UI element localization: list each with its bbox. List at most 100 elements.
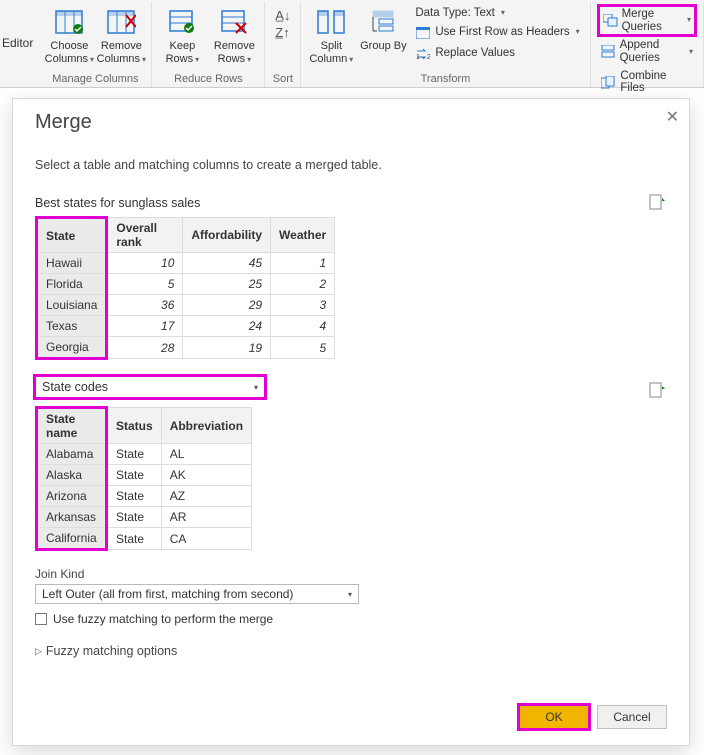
transform-group-label: Transform bbox=[421, 72, 471, 85]
group-by-button[interactable]: Group By bbox=[357, 4, 409, 55]
remove-columns-label: Remove Columns▾ bbox=[96, 40, 146, 65]
table-cell: 28 bbox=[107, 337, 183, 359]
table-cell: Alabama bbox=[37, 444, 107, 465]
table2-select-value: State codes bbox=[42, 380, 108, 394]
choose-columns-label: Choose Columns▾ bbox=[44, 40, 94, 65]
merge-queries-label: Merge Queries bbox=[622, 8, 681, 33]
table-cell: 45 bbox=[183, 253, 271, 274]
table-row[interactable]: Georgia28195 bbox=[37, 337, 335, 359]
table-cell: 24 bbox=[183, 316, 271, 337]
table-cell: Hawaii bbox=[37, 253, 107, 274]
fuzzy-matching-label: Use fuzzy matching to perform the merge bbox=[53, 612, 273, 626]
chevron-down-icon: ▾ bbox=[348, 590, 352, 599]
table-choose-icon bbox=[51, 6, 87, 38]
table1-name: Best states for sunglass sales bbox=[35, 196, 200, 210]
group-sort: A̲↓ Z̲↑ Sort bbox=[265, 2, 301, 87]
chevron-right-icon: ▷ bbox=[35, 646, 42, 657]
table-row[interactable]: Texas17244 bbox=[37, 316, 335, 337]
table-row[interactable]: Hawaii10451 bbox=[37, 253, 335, 274]
close-icon[interactable]: ✕ bbox=[666, 107, 679, 127]
remove-rows-label: Remove Rows▾ bbox=[209, 40, 259, 65]
editor-label: Editor bbox=[0, 2, 39, 87]
table-row[interactable]: AlabamaStateAL bbox=[37, 444, 252, 465]
fuzzy-options-expander[interactable]: ▷ Fuzzy matching options bbox=[35, 644, 667, 658]
column-header[interactable]: Overall rank bbox=[107, 218, 183, 253]
table-row[interactable]: ArkansasStateAR bbox=[37, 507, 252, 528]
sort-desc-button[interactable]: Z̲↑ bbox=[275, 25, 289, 40]
table-row[interactable]: AlaskaStateAK bbox=[37, 465, 252, 486]
table-cell: 29 bbox=[183, 295, 271, 316]
table-cell: Louisiana bbox=[37, 295, 107, 316]
merge-icon bbox=[603, 13, 618, 29]
group-manage-columns: Choose Columns▾ Remove Columns▾ Manage C… bbox=[39, 2, 152, 87]
table-cell: 25 bbox=[183, 274, 271, 295]
table1-preview[interactable]: StateOverall rankAffordabilityWeatherHaw… bbox=[35, 216, 335, 360]
table-row[interactable]: Louisiana36293 bbox=[37, 295, 335, 316]
table-cell: Florida bbox=[37, 274, 107, 295]
table-row[interactable]: ArizonaStateAZ bbox=[37, 486, 252, 507]
table-cell: 5 bbox=[271, 337, 335, 359]
chevron-down-icon: ▾ bbox=[254, 383, 258, 392]
replace-values-button[interactable]: 1→2 Replace Values bbox=[413, 45, 581, 63]
table-cell: AL bbox=[161, 444, 251, 465]
merge-queries-button[interactable]: Merge Queries▾ bbox=[599, 6, 695, 35]
table-cell: CA bbox=[161, 528, 251, 550]
table-cell: AK bbox=[161, 465, 251, 486]
remove-rows-button[interactable]: Remove Rows▾ bbox=[208, 4, 260, 67]
table-cell: State bbox=[107, 465, 162, 486]
table-cell: State bbox=[107, 486, 162, 507]
replace-label: Replace Values bbox=[435, 47, 515, 60]
split-column-label: Split Column▾ bbox=[306, 40, 356, 65]
column-header[interactable]: State name bbox=[37, 408, 107, 444]
table-cell: 17 bbox=[107, 316, 183, 337]
table-cell: 5 bbox=[107, 274, 183, 295]
table-row[interactable]: CaliforniaStateCA bbox=[37, 528, 252, 550]
table-cell: 19 bbox=[183, 337, 271, 359]
first-row-headers-button[interactable]: Use First Row as Headers▾ bbox=[413, 24, 581, 42]
choose-columns-button[interactable]: Choose Columns▾ bbox=[43, 4, 95, 67]
table-cell: 4 bbox=[271, 316, 335, 337]
first-row-label: Use First Row as Headers bbox=[435, 26, 569, 39]
append-queries-button[interactable]: Append Queries▾ bbox=[599, 38, 695, 65]
keep-rows-label: Keep Rows▾ bbox=[157, 40, 207, 65]
table-cell: State bbox=[107, 444, 162, 465]
combine-files-label: Combine Files bbox=[620, 70, 693, 95]
table-cell: Georgia bbox=[37, 337, 107, 359]
column-header[interactable]: State bbox=[37, 218, 107, 253]
combine-files-button[interactable]: Combine Files bbox=[599, 69, 695, 96]
refresh-icon[interactable] bbox=[649, 194, 667, 212]
table2-select[interactable]: State codes ▾ bbox=[35, 376, 265, 398]
remove-rows-icon bbox=[216, 6, 252, 38]
fuzzy-matching-checkbox[interactable]: Use fuzzy matching to perform the merge bbox=[35, 612, 667, 626]
keep-rows-button[interactable]: Keep Rows▾ bbox=[156, 4, 208, 67]
ok-button[interactable]: OK bbox=[519, 705, 589, 729]
join-kind-select[interactable]: Left Outer (all from first, matching fro… bbox=[35, 584, 359, 604]
sort-asc-button[interactable]: A̲↓ bbox=[275, 8, 290, 23]
split-column-button[interactable]: Split Column▾ bbox=[305, 4, 357, 67]
column-header[interactable]: Affordability bbox=[183, 218, 271, 253]
group-reduce-rows: Keep Rows▾ Remove Rows▾ Reduce Rows bbox=[152, 2, 265, 87]
manage-columns-group-label: Manage Columns bbox=[52, 72, 138, 85]
cancel-button[interactable]: Cancel bbox=[597, 705, 667, 729]
group-by-label: Group By bbox=[360, 40, 406, 53]
data-type-button[interactable]: Data Type: Text▾ bbox=[413, 6, 581, 21]
combine-files-icon bbox=[601, 74, 617, 90]
group-by-icon bbox=[365, 6, 401, 38]
reduce-rows-group-label: Reduce Rows bbox=[174, 72, 242, 85]
remove-columns-button[interactable]: Remove Columns▾ bbox=[95, 4, 147, 67]
keep-rows-icon bbox=[164, 6, 200, 38]
column-header[interactable]: Abbreviation bbox=[161, 408, 251, 444]
dialog-title: Merge bbox=[35, 111, 667, 134]
refresh-icon-2[interactable] bbox=[649, 382, 667, 400]
replace-icon: 1→2 bbox=[415, 46, 431, 62]
table2-preview[interactable]: State nameStatusAbbreviationAlabamaState… bbox=[35, 406, 252, 551]
column-header[interactable]: Weather bbox=[271, 218, 335, 253]
table-cell: Arizona bbox=[37, 486, 107, 507]
table-cell: 10 bbox=[107, 253, 183, 274]
checkbox-icon bbox=[35, 613, 47, 625]
table-row[interactable]: Florida5252 bbox=[37, 274, 335, 295]
table-cell: 2 bbox=[271, 274, 335, 295]
column-header[interactable]: Status bbox=[107, 408, 162, 444]
table-cell: State bbox=[107, 528, 162, 550]
data-type-label: Data Type: Text bbox=[415, 7, 494, 20]
